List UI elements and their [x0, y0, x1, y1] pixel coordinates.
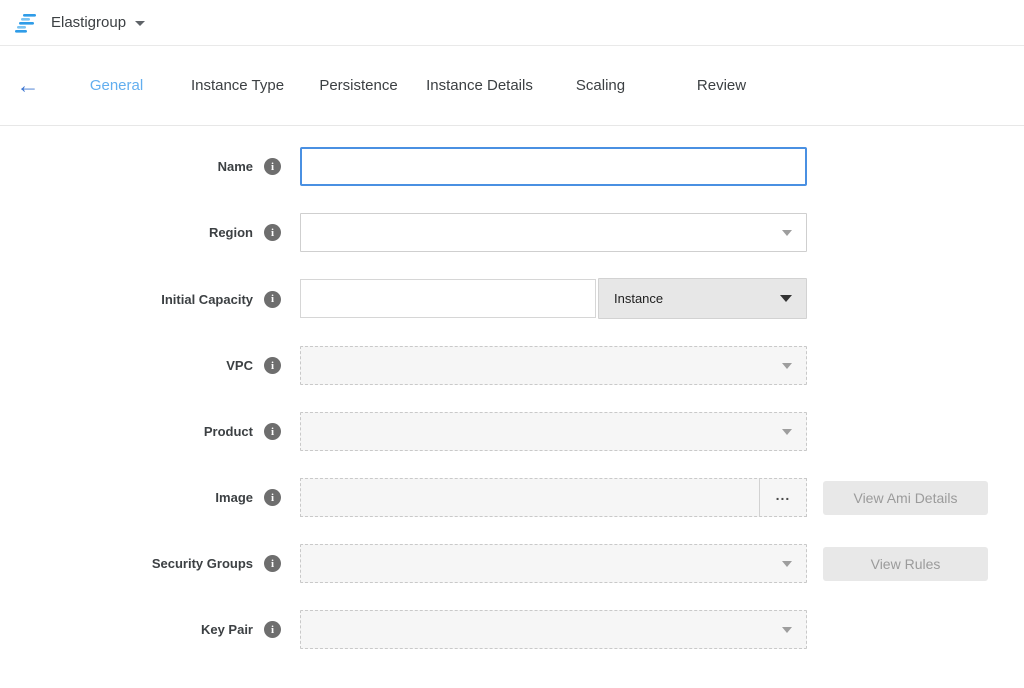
- vpc-row: VPC i: [0, 346, 1024, 385]
- info-icon[interactable]: i: [264, 423, 281, 440]
- view-ami-details-button: View Ami Details: [823, 481, 988, 515]
- info-icon[interactable]: i: [264, 489, 281, 506]
- tab-general[interactable]: General: [56, 77, 177, 94]
- vpc-label: VPC: [226, 358, 253, 373]
- chevron-down-icon: [782, 429, 792, 435]
- chevron-down-icon: [782, 561, 792, 567]
- chevron-down-icon: [782, 627, 792, 633]
- info-icon[interactable]: i: [264, 224, 281, 241]
- key-pair-select: [300, 610, 807, 649]
- region-select[interactable]: [300, 213, 807, 252]
- image-row: Image i ... View Ami Details: [0, 478, 1024, 517]
- initial-capacity-input[interactable]: [300, 279, 596, 318]
- name-input[interactable]: [300, 147, 807, 186]
- tab-instance-type[interactable]: Instance Type: [177, 77, 298, 94]
- chevron-down-icon[interactable]: [135, 21, 145, 26]
- chevron-down-icon: [782, 230, 792, 236]
- security-groups-label: Security Groups: [152, 556, 253, 571]
- security-groups-select: [300, 544, 807, 583]
- vpc-select: [300, 346, 807, 385]
- region-row: Region i: [0, 213, 1024, 252]
- info-icon[interactable]: i: [264, 357, 281, 374]
- chevron-down-icon: [780, 295, 792, 302]
- security-groups-row: Security Groups i View Rules: [0, 544, 1024, 583]
- app-header: Elastigroup: [0, 0, 1024, 46]
- image-label: Image: [215, 490, 253, 505]
- product-select: [300, 412, 807, 451]
- initial-capacity-row: Initial Capacity i Instance: [0, 279, 1024, 319]
- wizard-tabbar: ← General Instance Type Persistence Inst…: [0, 46, 1024, 126]
- initial-capacity-label: Initial Capacity: [161, 292, 253, 307]
- tab-scaling[interactable]: Scaling: [540, 77, 661, 94]
- info-icon[interactable]: i: [264, 621, 281, 638]
- chevron-down-icon: [782, 363, 792, 369]
- capacity-unit-value: Instance: [614, 291, 663, 306]
- region-label: Region: [209, 225, 253, 240]
- tab-instance-details[interactable]: Instance Details: [419, 77, 540, 94]
- app-switcher[interactable]: Elastigroup: [51, 14, 126, 31]
- elastigroup-logo-icon: [14, 12, 42, 34]
- capacity-unit-select[interactable]: Instance: [598, 278, 807, 319]
- info-icon[interactable]: i: [264, 158, 281, 175]
- tab-review[interactable]: Review: [661, 77, 782, 94]
- back-arrow-icon[interactable]: ←: [0, 74, 56, 97]
- general-form: Name i Region i Initial Capacity i Insta…: [0, 126, 1024, 649]
- info-icon[interactable]: i: [264, 555, 281, 572]
- tab-persistence[interactable]: Persistence: [298, 77, 419, 94]
- image-browse-button: ...: [759, 479, 806, 516]
- image-input: ...: [300, 478, 807, 517]
- product-row: Product i: [0, 412, 1024, 451]
- info-icon[interactable]: i: [264, 291, 281, 308]
- view-rules-button: View Rules: [823, 547, 988, 581]
- key-pair-label: Key Pair: [201, 622, 253, 637]
- product-label: Product: [204, 424, 253, 439]
- name-row: Name i: [0, 147, 1024, 186]
- key-pair-row: Key Pair i: [0, 610, 1024, 649]
- name-label: Name: [218, 159, 253, 174]
